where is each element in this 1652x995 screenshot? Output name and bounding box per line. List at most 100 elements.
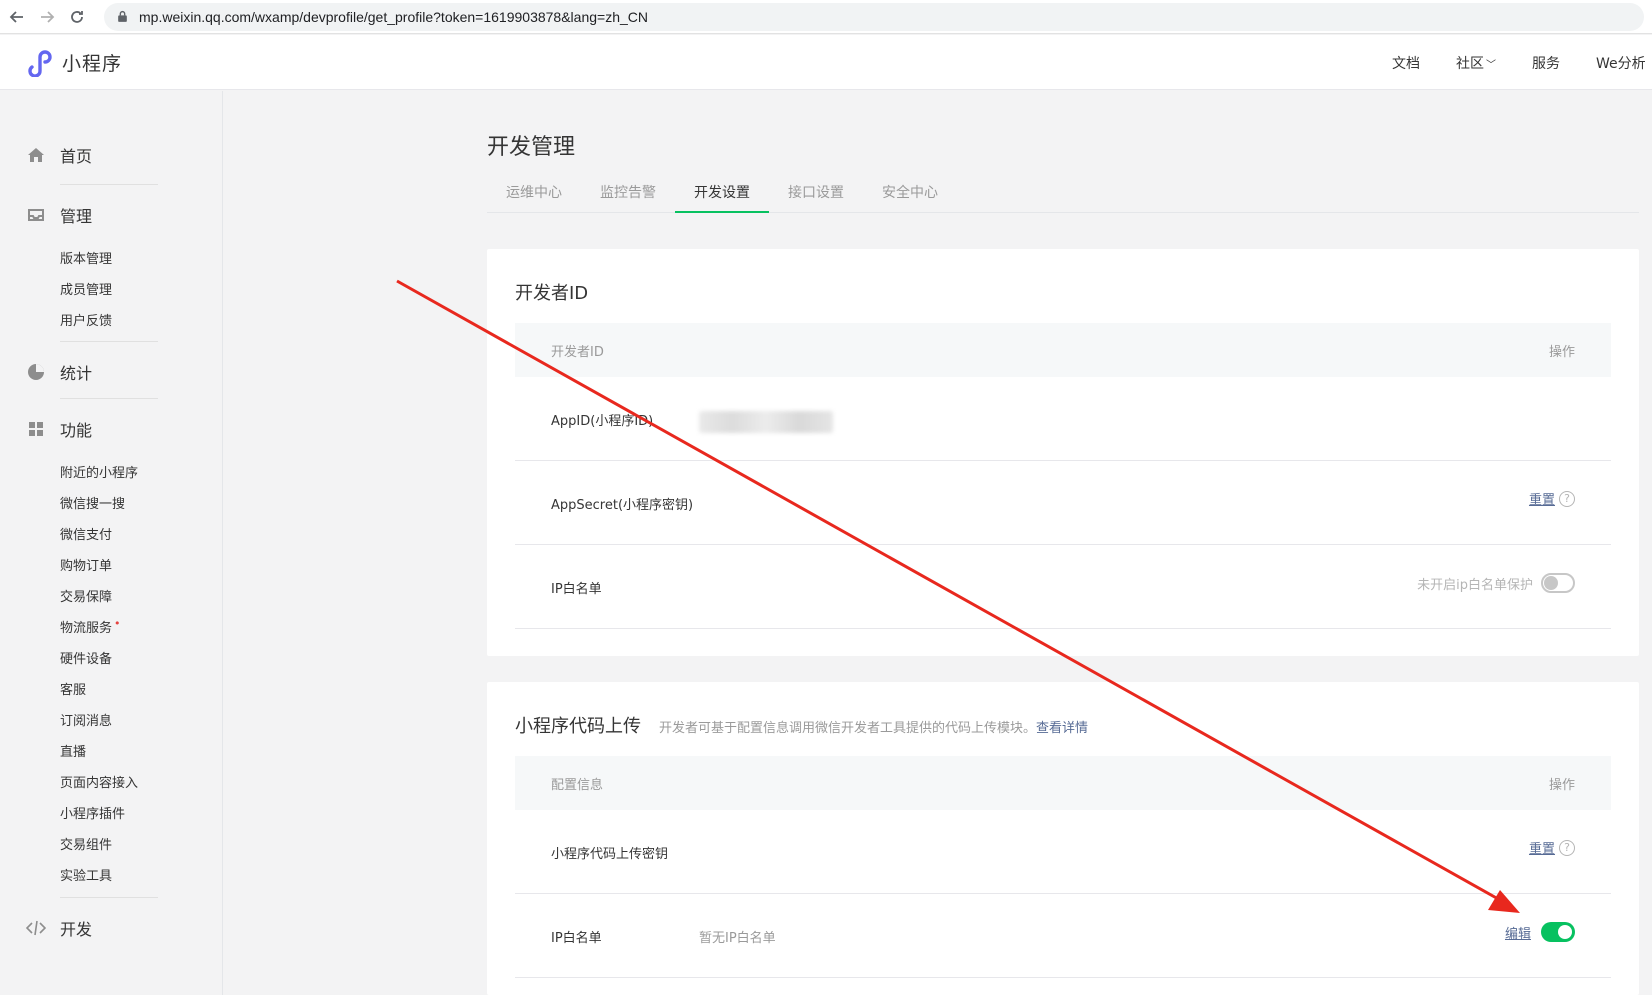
code-upload-card: 小程序代码上传 开发者可基于配置信息调用微信开发者工具提供的代码上传模块。查看详… <box>487 682 1639 995</box>
sidebar: 首页 管理 版本管理 成员管理 用户反馈 统计 功能 附近的小程序 微信搜一搜 … <box>0 91 223 995</box>
sidebar-item-manage[interactable]: 管理 <box>26 203 92 227</box>
divider <box>60 341 158 342</box>
table-row: IP白名单 未开启ip白名单保护 <box>515 545 1611 629</box>
card-title: 开发者ID <box>515 283 589 304</box>
home-icon <box>26 145 46 165</box>
row-label: AppSecret(小程序密钥) <box>551 498 694 513</box>
reload-icon[interactable] <box>64 4 90 30</box>
sidebar-item-logistics[interactable]: 物流服务 • <box>60 617 121 636</box>
sidebar-item-pay[interactable]: 微信支付 <box>60 524 112 543</box>
reset-upload-key-link[interactable]: 重置 <box>1529 838 1555 857</box>
page-title: 开发管理 <box>487 135 576 160</box>
row-actions: 重置 ? <box>1529 838 1575 857</box>
card-description-text: 开发者可基于配置信息调用微信开发者工具提供的代码上传模块。 <box>659 721 1037 736</box>
row-label: IP白名单 <box>551 931 602 946</box>
inbox-icon <box>26 205 46 225</box>
tab-dev-settings[interactable]: 开发设置 <box>675 176 769 213</box>
help-icon[interactable]: ? <box>1559 839 1575 856</box>
sidebar-item-members[interactable]: 成员管理 <box>60 279 112 298</box>
ip-whitelist-status: 未开启ip白名单保护 <box>1417 577 1533 593</box>
forward-icon[interactable] <box>34 4 60 30</box>
sidebar-item-service[interactable]: 客服 <box>60 679 86 698</box>
help-icon[interactable]: ? <box>1559 490 1575 507</box>
edit-ip-whitelist-link[interactable]: 编辑 <box>1505 923 1531 942</box>
sidebar-item-home[interactable]: 首页 <box>26 143 92 167</box>
appid-value-redacted <box>699 411 833 433</box>
developer-id-card: 开发者ID 开发者ID 操作 AppID(小程序ID) AppSecret(小程… <box>487 249 1639 656</box>
tab-security[interactable]: 安全中心 <box>863 176 957 213</box>
new-badge: • <box>114 617 121 630</box>
sidebar-item-hardware[interactable]: 硬件设备 <box>60 648 112 667</box>
miniprogram-logo-icon <box>28 50 52 77</box>
sidebar-item-version[interactable]: 版本管理 <box>60 248 112 267</box>
grid-icon <box>26 419 46 439</box>
reset-secret-link[interactable]: 重置 <box>1529 489 1555 508</box>
sidebar-item-subscribe[interactable]: 订阅消息 <box>60 710 112 729</box>
browser-toolbar: mp.weixin.qq.com/wxamp/devprofile/get_pr… <box>0 0 1652 34</box>
logo[interactable]: 小程序 <box>26 47 122 77</box>
url-text: mp.weixin.qq.com/wxamp/devprofile/get_pr… <box>139 8 648 25</box>
sidebar-item-label: 物流服务 <box>60 621 113 636</box>
table-row: 小程序代码上传密钥 重置 ? <box>515 810 1611 894</box>
table-header: 配置信息 操作 <box>515 756 1611 810</box>
view-details-link[interactable]: 查看详情 <box>1036 721 1088 736</box>
tab-bar: 运维中心 监控告警 开发设置 接口设置 安全中心 <box>487 176 1639 213</box>
sidebar-item-feedback[interactable]: 用户反馈 <box>60 310 112 329</box>
app-name: 小程序 <box>62 52 123 75</box>
top-header: 小程序 文档 社区 ﹀ 服务 We分析 <box>0 35 1652 90</box>
column-header: 开发者ID <box>551 345 604 360</box>
divider <box>60 398 158 399</box>
card-header: 小程序代码上传 开发者可基于配置信息调用微信开发者工具提供的代码上传模块。查看详… <box>515 712 1088 738</box>
column-header: 操作 <box>1548 345 1575 360</box>
tab-api-settings[interactable]: 接口设置 <box>769 176 863 213</box>
sidebar-item-live[interactable]: 直播 <box>60 741 86 760</box>
nav-services[interactable]: 服务 <box>1532 53 1560 73</box>
row-actions: 编辑 <box>1505 922 1575 942</box>
card-description: 开发者可基于配置信息调用微信开发者工具提供的代码上传模块。查看详情 <box>659 717 1088 736</box>
table-row: AppSecret(小程序密钥) 重置 ? <box>515 461 1611 545</box>
column-header: 配置信息 <box>551 778 604 793</box>
sidebar-item-trade-component[interactable]: 交易组件 <box>60 834 112 853</box>
back-icon[interactable] <box>4 4 30 30</box>
sidebar-item-orders[interactable]: 购物订单 <box>60 555 112 574</box>
sidebar-item-search[interactable]: 微信搜一搜 <box>60 493 125 512</box>
sidebar-item-develop[interactable]: 开发 <box>26 916 92 940</box>
code-icon <box>26 918 46 938</box>
row-actions: 未开启ip白名单保护 <box>1417 573 1575 593</box>
pie-chart-icon <box>26 362 46 382</box>
sidebar-item-label: 开发 <box>60 920 93 939</box>
tab-monitor[interactable]: 监控告警 <box>581 176 675 213</box>
lock-icon <box>118 10 127 22</box>
nav-we-analytics[interactable]: We分析 <box>1596 53 1646 73</box>
table-row: AppID(小程序ID) <box>515 377 1611 461</box>
table-header: 开发者ID 操作 <box>515 323 1611 377</box>
row-actions: 重置 ? <box>1529 489 1575 508</box>
tab-ops[interactable]: 运维中心 <box>487 176 581 213</box>
sidebar-item-nearby[interactable]: 附近的小程序 <box>60 462 138 481</box>
row-label: AppID(小程序ID) <box>551 414 654 429</box>
nav-community-label: 社区 <box>1456 55 1484 72</box>
divider <box>60 897 158 898</box>
sidebar-item-label: 首页 <box>60 147 93 166</box>
divider <box>60 184 158 185</box>
sidebar-item-guarantee[interactable]: 交易保障 <box>60 586 112 605</box>
nav-docs[interactable]: 文档 <box>1392 53 1420 73</box>
row-label: IP白名单 <box>551 582 602 597</box>
sidebar-item-label: 管理 <box>60 207 93 226</box>
sidebar-item-plugins[interactable]: 小程序插件 <box>60 803 125 822</box>
nav-community[interactable]: 社区 ﹀ <box>1456 53 1496 73</box>
sidebar-item-page-content[interactable]: 页面内容接入 <box>60 772 138 791</box>
row-label: 小程序代码上传密钥 <box>551 847 669 862</box>
sidebar-item-label: 统计 <box>60 364 93 383</box>
card-title: 小程序代码上传 <box>515 716 641 737</box>
sidebar-item-features[interactable]: 功能 <box>26 417 92 441</box>
chevron-down-icon: ﹀ <box>1486 59 1496 71</box>
sidebar-item-label: 功能 <box>60 421 93 440</box>
sidebar-item-stats[interactable]: 统计 <box>26 360 92 384</box>
ip-whitelist-toggle[interactable] <box>1541 573 1575 593</box>
ip-whitelist-value: 暂无IP白名单 <box>699 931 776 946</box>
address-bar[interactable]: mp.weixin.qq.com/wxamp/devprofile/get_pr… <box>104 2 1644 31</box>
column-header: 操作 <box>1548 778 1575 793</box>
sidebar-item-lab[interactable]: 实验工具 <box>60 865 112 884</box>
upload-ip-whitelist-toggle[interactable] <box>1541 922 1575 942</box>
